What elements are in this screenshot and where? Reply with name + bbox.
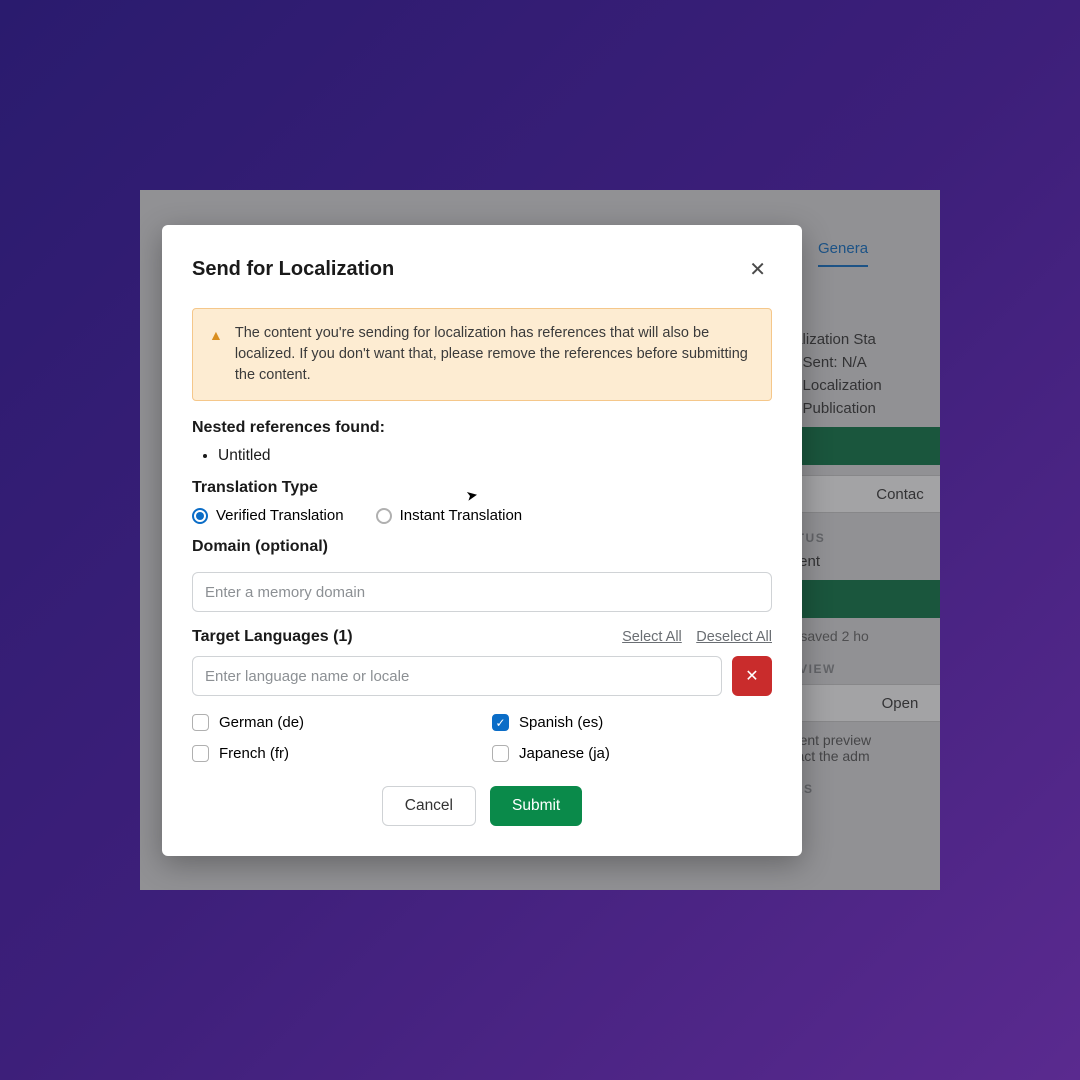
language-search-input[interactable] [192, 656, 722, 696]
warning-alert: ▲ The content you're sending for localiz… [192, 308, 772, 401]
translation-type-radios: Verified Translation Instant Translation [192, 507, 772, 524]
modal-footer: Cancel Submit [192, 786, 772, 826]
language-checkboxes: German (de) ✓ Spanish (es) French (fr) J… [192, 714, 772, 762]
modal-header: Send for Localization ✕ [192, 253, 772, 286]
submit-button[interactable]: Submit [490, 786, 582, 826]
checkbox-label: German (de) [219, 714, 304, 731]
language-select-links: Select All Deselect All [622, 628, 772, 646]
checkbox-label: French (fr) [219, 745, 289, 762]
warning-icon: ▲ [209, 325, 223, 386]
clear-language-button[interactable]: ✕ [732, 656, 772, 696]
radio-icon [376, 508, 392, 524]
radio-instant-translation[interactable]: Instant Translation [376, 507, 523, 524]
radio-verified-translation[interactable]: Verified Translation [192, 507, 344, 524]
checkbox-label: Spanish (es) [519, 714, 603, 731]
radio-label: Instant Translation [400, 507, 523, 524]
close-icon[interactable]: ✕ [743, 253, 772, 286]
cancel-button[interactable]: Cancel [382, 786, 476, 826]
select-all-link[interactable]: Select All [622, 629, 682, 645]
checkbox-german[interactable]: German (de) [192, 714, 472, 731]
deselect-all-link[interactable]: Deselect All [696, 629, 772, 645]
close-icon: ✕ [745, 666, 758, 686]
language-search-row: ✕ [192, 656, 772, 696]
target-languages-heading: Target Languages (1) [192, 628, 353, 646]
modal-title: Send for Localization [192, 258, 394, 281]
alert-text: The content you're sending for localizat… [235, 323, 755, 386]
radio-icon [192, 508, 208, 524]
checkbox-icon [192, 714, 209, 731]
checkbox-spanish[interactable]: ✓ Spanish (es) [492, 714, 772, 731]
checkbox-french[interactable]: French (fr) [192, 745, 472, 762]
target-languages-header: Target Languages (1) Select All Deselect… [192, 628, 772, 646]
app-screen: Genera LILT Localization Sta Last Sent: … [140, 190, 940, 890]
nested-reference-item: Untitled [218, 447, 772, 465]
checkbox-icon [492, 745, 509, 762]
checkbox-icon: ✓ [492, 714, 509, 731]
translation-type-heading: Translation Type [192, 479, 772, 497]
domain-heading: Domain (optional) [192, 538, 772, 556]
checkbox-label: Japanese (ja) [519, 745, 610, 762]
nested-references-heading: Nested references found: [192, 419, 772, 437]
cursor-icon: ➤ [465, 486, 480, 505]
checkbox-japanese[interactable]: Japanese (ja) [492, 745, 772, 762]
radio-label: Verified Translation [216, 507, 344, 524]
checkbox-icon [192, 745, 209, 762]
localization-modal: Send for Localization ✕ ▲ The content yo… [162, 225, 802, 856]
domain-input[interactable] [192, 572, 772, 612]
